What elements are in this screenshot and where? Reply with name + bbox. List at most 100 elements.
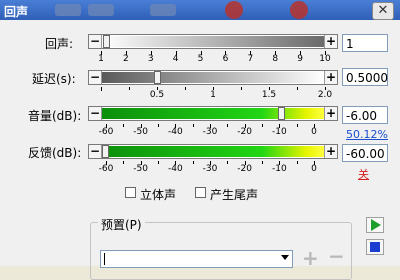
feedback-increase-button[interactable]: + (324, 145, 337, 158)
feedback-ticks: -60 -50 -40 -30 -20 -10 0 (99, 161, 317, 175)
volume-decrease-button[interactable]: − (89, 107, 102, 120)
title-bar: 回声 ✕ (0, 0, 400, 20)
tick-label: 3 (147, 54, 154, 64)
record-icon (225, 1, 243, 19)
echo-decrease-button[interactable]: − (89, 35, 102, 48)
tick-mark (262, 124, 263, 127)
play-icon (371, 219, 381, 231)
tick-label: 7 (247, 54, 254, 64)
echo-increase-button[interactable]: + (324, 35, 337, 48)
tick-label: -50 (133, 127, 149, 137)
volume-thumb[interactable] (278, 107, 285, 120)
feedback-slider[interactable]: − + (88, 144, 338, 159)
chevron-down-icon[interactable] (281, 255, 289, 260)
tick-mark (101, 87, 102, 91)
add-preset-icon[interactable]: + (302, 246, 319, 270)
remove-preset-icon[interactable]: − (328, 244, 345, 268)
delay-decrease-button[interactable]: − (89, 71, 102, 84)
feedback-thumb[interactable] (102, 145, 109, 158)
text-cursor (104, 253, 105, 265)
volume-ticks: -60 -50 -40 -30 -20 -10 0 (99, 124, 317, 138)
tick-label: 6 (222, 54, 229, 64)
tick-mark (227, 161, 229, 164)
tick-mark (123, 124, 125, 127)
stop-button[interactable] (366, 239, 384, 255)
tick-label: 0.5 (149, 90, 165, 100)
tick-label: 2 (123, 54, 129, 64)
stereo-label: 立体声 (140, 188, 177, 202)
volume-value-field[interactable]: -6.00 (342, 106, 388, 124)
echo-label: 回声: (45, 37, 74, 51)
tick-mark (227, 124, 229, 127)
feedback-label: 反馈(dB): (28, 146, 82, 160)
tick-label: 4 (172, 54, 179, 64)
tick-mark (296, 124, 298, 127)
feedback-track (102, 145, 324, 158)
preset-dropdown[interactable] (100, 250, 293, 268)
play-button[interactable] (366, 217, 384, 233)
tick-label: 2.0 (317, 90, 333, 100)
echo-value-field[interactable]: 1 (342, 34, 388, 52)
tick-label: -20 (237, 164, 253, 174)
preset-group-label: 预置(P) (98, 216, 145, 233)
delay-increase-button[interactable]: + (324, 71, 337, 84)
tick-mark (192, 124, 194, 127)
volume-increase-button[interactable]: + (324, 107, 337, 120)
volume-percent-link[interactable]: 50.12% (346, 128, 388, 141)
echo-slider[interactable]: − + (88, 34, 338, 49)
tick-mark (241, 87, 242, 90)
feedback-value-field[interactable]: -60.00 (342, 144, 388, 162)
window-title: 回声 (4, 5, 29, 19)
close-button[interactable]: ✕ (372, 2, 394, 20)
rewind-icon (55, 4, 81, 16)
tick-label: -60 (98, 164, 114, 174)
stop-icon (370, 242, 380, 252)
fast-forward-icon (88, 4, 114, 16)
tail-label: 产生尾声 (210, 188, 259, 202)
tick-label: 0 (311, 127, 317, 137)
delay-ticks: 0.5 1 1.5 2.0 (101, 87, 332, 101)
tick-label: 10 (319, 54, 331, 64)
tick-label: 1 (98, 54, 104, 64)
tick-mark (262, 161, 263, 164)
dialog-body: 回声: − + 1 2 3 4 5 6 7 8 9 10 1 延迟(s): − + 0.5 1 1.5… (0, 20, 400, 280)
tick-mark (297, 87, 298, 90)
delay-value-field[interactable]: 0.5000 (342, 68, 388, 86)
tick-label: 9 (297, 54, 303, 64)
tick-label: 0 (311, 164, 317, 174)
tick-label: 5 (197, 54, 204, 64)
delay-label: 延迟(s): (32, 72, 76, 86)
echo-ticks: 1 2 3 4 5 6 7 8 9 10 (98, 51, 331, 65)
record-icon-2 (290, 1, 308, 19)
echo-track (102, 35, 324, 48)
tick-label: -30 (202, 127, 218, 137)
tick-mark (123, 161, 125, 164)
tick-label: -20 (237, 127, 253, 137)
tick-label: 8 (272, 54, 279, 64)
tick-label: -10 (271, 127, 287, 137)
tick-label: -40 (167, 164, 183, 174)
delay-slider[interactable]: − + (88, 70, 338, 85)
tick-mark (129, 87, 130, 90)
tick-label: -10 (271, 164, 287, 174)
tick-label: -50 (133, 164, 149, 174)
tick-mark (192, 161, 194, 164)
tick-label: -30 (202, 164, 218, 174)
feedback-decrease-button[interactable]: − (89, 145, 102, 158)
volume-label: 音量(dB): (28, 109, 82, 123)
toolbar-button-icon (150, 4, 176, 16)
echo-thumb[interactable] (103, 35, 110, 48)
tick-label: -60 (98, 127, 114, 137)
tick-label: 1.5 (261, 90, 277, 100)
delay-track (102, 71, 324, 84)
tick-mark (296, 161, 298, 164)
tick-mark (158, 124, 159, 127)
tick-mark (158, 161, 159, 164)
feedback-off-link[interactable]: 关 (358, 166, 369, 182)
delay-thumb[interactable] (154, 71, 161, 84)
tail-checkbox[interactable] (195, 187, 206, 198)
tick-mark (185, 87, 186, 90)
stereo-checkbox[interactable] (125, 187, 136, 198)
volume-slider[interactable]: − + (88, 106, 338, 121)
volume-track (102, 107, 324, 120)
